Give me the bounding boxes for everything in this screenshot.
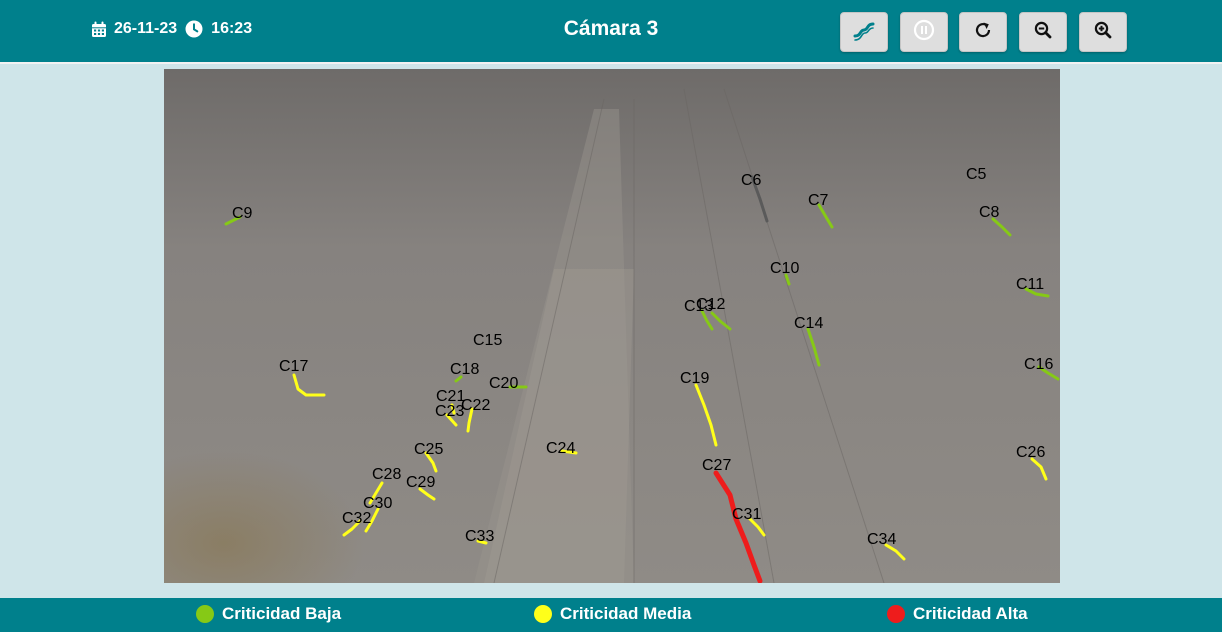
legend-label: Criticidad Baja [222, 604, 342, 623]
legend-low: Criticidad Baja [196, 604, 341, 624]
crack-label-c25[interactable]: C25 [414, 442, 443, 458]
crack-label-c10[interactable]: C10 [770, 261, 799, 277]
crack-overlay [224, 175, 1060, 583]
pause-icon [913, 19, 935, 46]
crack-label-c8[interactable]: C8 [979, 205, 999, 221]
crack-label-c19[interactable]: C19 [680, 371, 709, 387]
crack-label-c27[interactable]: C27 [702, 458, 731, 474]
crack-label-c20[interactable]: C20 [489, 376, 518, 392]
crack-label-c15[interactable]: C15 [473, 333, 502, 349]
crack-label-c34[interactable]: C34 [867, 532, 896, 548]
crack-label-c6[interactable]: C6 [741, 173, 761, 189]
crack-label-c16[interactable]: C16 [1024, 357, 1053, 373]
top-bar: 26-11-23 16:23 Cámara 3 [0, 0, 1222, 64]
crack-c27[interactable] [713, 470, 763, 583]
route-button[interactable] [840, 12, 888, 52]
crack-label-c17[interactable]: C17 [279, 359, 308, 375]
crack-c8[interactable] [991, 217, 1012, 237]
crack-label-c31[interactable]: C31 [732, 507, 761, 523]
route-icon [852, 19, 876, 46]
crack-label-c13[interactable]: C13 [684, 299, 713, 315]
crack-label-c29[interactable]: C29 [406, 475, 435, 491]
pause-button[interactable] [900, 12, 948, 52]
crack-c19[interactable] [694, 383, 718, 447]
refresh-button[interactable] [959, 12, 1007, 52]
crack-label-c18[interactable]: C18 [450, 362, 479, 378]
legend-label: Criticidad Alta [913, 604, 1028, 623]
crack-label-c24[interactable]: C24 [546, 441, 575, 457]
crack-label-c28[interactable]: C28 [372, 467, 401, 483]
zoom-out-button[interactable] [1019, 12, 1067, 52]
crack-label-c14[interactable]: C14 [794, 316, 823, 332]
green-dot-icon [196, 605, 214, 623]
crack-label-c5[interactable]: C5 [966, 167, 986, 183]
red-dot-icon [887, 605, 905, 623]
crack-c14[interactable] [806, 327, 821, 367]
crack-c12[interactable] [710, 311, 732, 331]
legend-bar: Criticidad Baja Criticidad Media Critici… [0, 598, 1222, 632]
yellow-dot-icon [534, 605, 552, 623]
zoom-in-button[interactable] [1079, 12, 1127, 52]
legend-label: Criticidad Media [560, 604, 692, 623]
legend-medium: Criticidad Media [534, 604, 691, 624]
crack-label-c26[interactable]: C26 [1016, 445, 1045, 461]
crack-label-c22[interactable]: C22 [461, 398, 490, 414]
crack-label-c7[interactable]: C7 [808, 193, 828, 209]
crack-label-c23[interactable]: C23 [435, 404, 464, 420]
crack-c17[interactable] [292, 373, 326, 397]
crack-label-c9[interactable]: C9 [232, 206, 252, 222]
crack-label-c33[interactable]: C33 [465, 529, 494, 545]
crack-c26[interactable] [1030, 457, 1048, 481]
zoom-in-icon [1094, 21, 1112, 44]
crack-label-c32[interactable]: C32 [342, 511, 371, 527]
legend-high: Criticidad Alta [887, 604, 1028, 624]
refresh-icon [973, 20, 993, 45]
zoom-out-icon [1034, 21, 1052, 44]
crack-label-c11[interactable]: C11 [1016, 277, 1044, 293]
camera-view[interactable]: C5 C6 C7 C8 C9 C10 C11 C12 C13 C14 C15 C16 C17 C18 C19… [164, 69, 1060, 583]
